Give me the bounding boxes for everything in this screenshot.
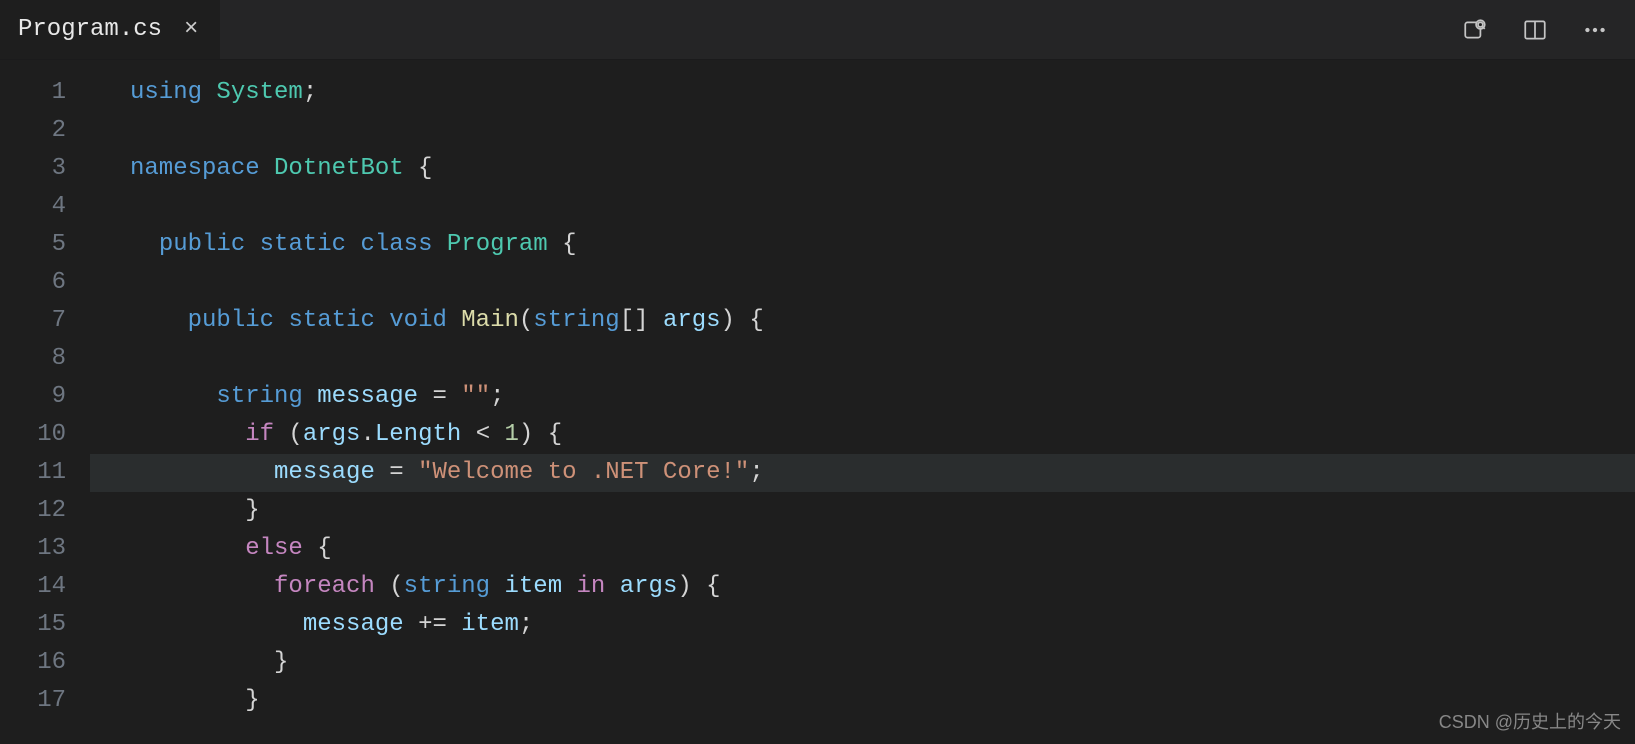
code-line — [90, 264, 1635, 302]
line-number: 6 — [0, 264, 90, 302]
code-line: if (args.Length < 1) { — [90, 416, 1635, 454]
line-number: 2 — [0, 112, 90, 150]
code-line — [90, 188, 1635, 226]
code-line — [90, 112, 1635, 150]
open-changes-icon[interactable] — [1457, 12, 1493, 48]
line-number: 17 — [0, 682, 90, 720]
code-line: namespace DotnetBot { — [90, 150, 1635, 188]
line-number: 12 — [0, 492, 90, 530]
line-number: 4 — [0, 188, 90, 226]
editor-container: Program.cs × — [0, 0, 1635, 744]
code-line: foreach (string item in args) { — [90, 568, 1635, 606]
code-line: } — [90, 492, 1635, 530]
code-content[interactable]: using System; namespace DotnetBot { publ… — [90, 60, 1635, 744]
code-line: else { — [90, 530, 1635, 568]
code-line: } — [90, 644, 1635, 682]
line-number: 10 — [0, 416, 90, 454]
line-number: 1 — [0, 74, 90, 112]
line-number: 13 — [0, 530, 90, 568]
code-line: public static class Program { — [90, 226, 1635, 264]
file-tab[interactable]: Program.cs × — [0, 0, 221, 59]
split-editor-icon[interactable] — [1517, 12, 1553, 48]
line-number: 5 — [0, 226, 90, 264]
line-number: 7 — [0, 302, 90, 340]
tab-filename: Program.cs — [18, 16, 162, 43]
code-line: using System; — [90, 74, 1635, 112]
code-line — [90, 340, 1635, 378]
code-line: public static void Main(string[] args) { — [90, 302, 1635, 340]
code-area: 1234567891011121314151617 using System; … — [0, 60, 1635, 744]
tab-bar: Program.cs × — [0, 0, 1635, 60]
more-actions-icon[interactable] — [1577, 12, 1613, 48]
tab-actions — [1457, 0, 1625, 59]
line-number: 9 — [0, 378, 90, 416]
line-number: 14 — [0, 568, 90, 606]
code-line: string message = ""; — [90, 378, 1635, 416]
line-number: 16 — [0, 644, 90, 682]
line-number: 15 — [0, 606, 90, 644]
line-number: 3 — [0, 150, 90, 188]
code-line: message += item; — [90, 606, 1635, 644]
line-number-gutter: 1234567891011121314151617 — [0, 60, 90, 744]
line-number: 11 — [0, 454, 90, 492]
code-line: } — [90, 682, 1635, 720]
close-icon[interactable]: × — [180, 14, 202, 46]
code-line: message = "Welcome to .NET Core!"; — [90, 454, 1635, 492]
line-number: 8 — [0, 340, 90, 378]
